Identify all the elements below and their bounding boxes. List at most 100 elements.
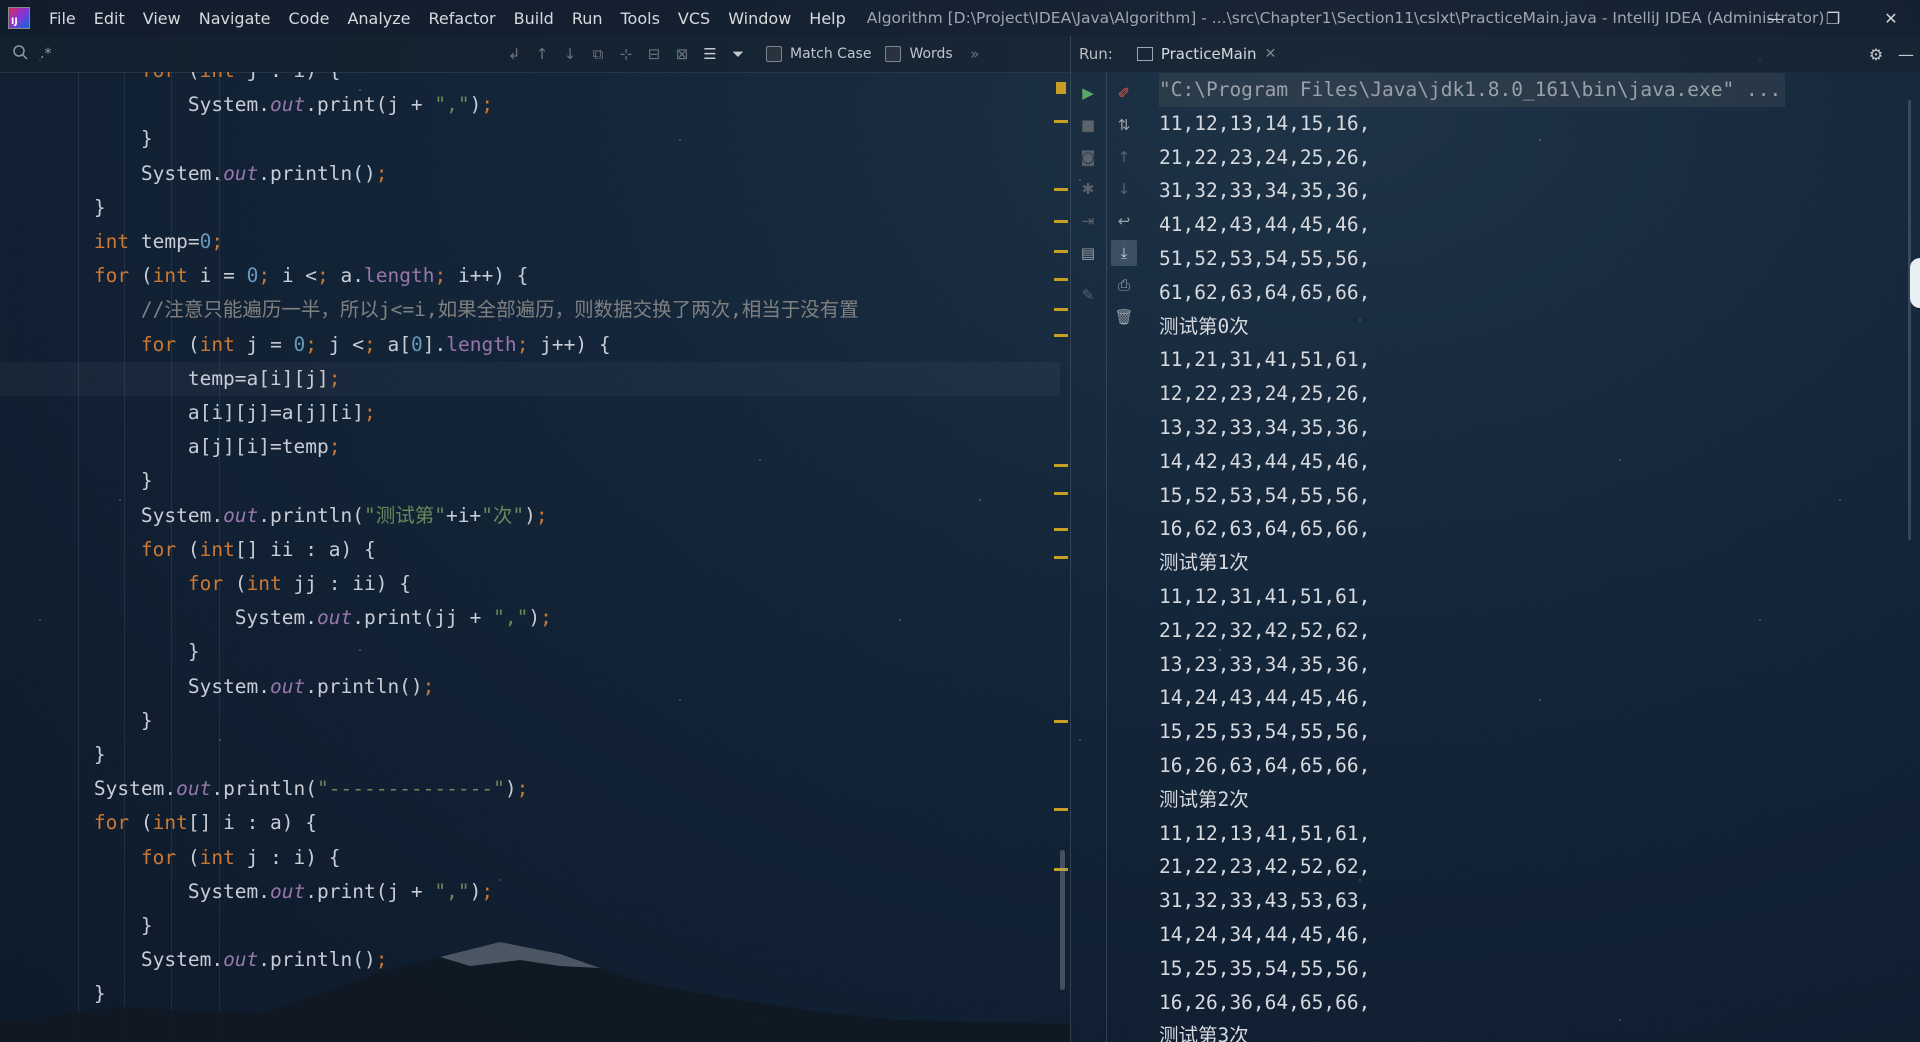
remove-selection-icon[interactable]: ⊟ (640, 40, 668, 68)
code-line[interactable]: System.out.print(j + ","); (0, 88, 1060, 122)
code-line[interactable]: } (0, 909, 1060, 943)
code-line[interactable]: for (int[] ii : a) { (0, 533, 1060, 567)
more-options-icon[interactable]: » (961, 40, 989, 68)
previous-occurrence-icon[interactable]: ↑ (528, 40, 556, 68)
menu-navigate[interactable]: Navigate (190, 9, 280, 28)
code-editor[interactable]: for (int j : i) { System.out.print(j + "… (0, 72, 1070, 1042)
close-tab-icon[interactable]: ✕ (1265, 46, 1277, 62)
filter-icon[interactable]: ⏷ (724, 40, 752, 68)
code-line[interactable]: for (int jj : ii) { (0, 567, 1060, 601)
find-all-icon[interactable]: ⧉ (584, 40, 612, 68)
code-line[interactable]: for (int j : i) { (0, 72, 1060, 88)
warning-marker[interactable] (1054, 528, 1068, 531)
warning-marker[interactable] (1054, 464, 1068, 467)
code-line[interactable]: for (int[] i : a) { (0, 806, 1060, 840)
warning-marker[interactable] (1056, 82, 1066, 94)
stop-icon[interactable]: ■ (1075, 112, 1101, 138)
scroll-to-end-icon[interactable]: ⤓ (1111, 240, 1137, 266)
warning-marker[interactable] (1054, 492, 1068, 495)
match-case-box[interactable] (766, 46, 782, 62)
menu-window[interactable]: Window (719, 9, 800, 28)
match-case-checkbox[interactable]: Match Case (766, 46, 871, 62)
code-line[interactable]: System.out.println(); (0, 670, 1060, 704)
run-label: Run: (1079, 45, 1113, 63)
code-line[interactable]: System.out.print(j + ","); (0, 875, 1060, 909)
warning-marker[interactable] (1054, 308, 1068, 311)
rerun-icon[interactable]: ▶ (1075, 80, 1101, 106)
debug-bug-icon[interactable]: ✱ (1075, 176, 1101, 202)
down-arrow-icon[interactable]: ↓ (1111, 176, 1137, 202)
menu-vcs[interactable]: VCS (669, 9, 719, 28)
menu-help[interactable]: Help (800, 9, 854, 28)
search-input[interactable]: .* ↲ (8, 41, 528, 67)
print-icon[interactable]: ⎙ (1111, 272, 1137, 298)
warning-marker[interactable] (1054, 220, 1068, 223)
words-box[interactable] (885, 46, 902, 62)
console-output[interactable]: "C:\Program Files\Java\jdk1.8.0_161\bin\… (1143, 72, 1913, 1042)
layout-icon[interactable]: ▤ (1075, 240, 1101, 266)
camera-snapshot-icon[interactable]: ◙ (1075, 144, 1101, 170)
code-line[interactable]: temp=a[i][j]; (0, 362, 1060, 396)
soft-wrap-icon[interactable]: ↩ (1111, 208, 1137, 234)
code-line[interactable]: a[i][j]=a[j][i]; (0, 396, 1060, 430)
next-occurrence-icon[interactable]: ↓ (556, 40, 584, 68)
intellij-logo-icon[interactable]: IJ (8, 7, 30, 29)
code-line[interactable]: System.out.println(); (0, 943, 1060, 977)
menu-tools[interactable]: Tools (612, 9, 669, 28)
menu-code[interactable]: Code (280, 9, 339, 28)
warning-marker[interactable] (1054, 278, 1068, 281)
warning-marker[interactable] (1054, 120, 1068, 123)
select-all-occurrences-icon[interactable]: ⊠ (668, 40, 696, 68)
code-line[interactable]: for (int j : i) { (0, 841, 1060, 875)
console-line: 12,22,23,24,25,26, (1159, 382, 1371, 406)
sort-icon[interactable]: ⇅ (1111, 112, 1137, 138)
code-line[interactable]: } (0, 464, 1060, 498)
menu-refactor[interactable]: Refactor (420, 9, 505, 28)
code-line[interactable]: int temp=0; (0, 225, 1060, 259)
editor-scrollbar[interactable] (1060, 850, 1065, 990)
console-command-line: "C:\Program Files\Java\jdk1.8.0_161\bin\… (1159, 73, 1786, 107)
warning-marker[interactable] (1054, 808, 1068, 811)
code-line[interactable]: //注意只能遍历一半，所以j<=i,如果全部遍历，则数据交换了两次,相当于没有置 (0, 293, 1060, 327)
menu-analyze[interactable]: Analyze (338, 9, 419, 28)
close-window-button[interactable]: ✕ (1862, 0, 1920, 36)
console-scrollbar-thumb[interactable] (1910, 258, 1920, 308)
warning-marker[interactable] (1054, 250, 1068, 253)
restore-button[interactable]: ❐ (1804, 0, 1862, 36)
menu-view[interactable]: View (134, 9, 190, 28)
warning-marker[interactable] (1054, 188, 1068, 191)
code-line[interactable]: System.out.print(jj + ","); (0, 601, 1060, 635)
warning-marker[interactable] (1054, 334, 1068, 337)
add-selection-icon[interactable]: ⊹ (612, 40, 640, 68)
code-line[interactable]: System.out.println(); (0, 157, 1060, 191)
code-line[interactable]: } (0, 635, 1060, 669)
warning-marker[interactable] (1054, 556, 1068, 559)
hide-panel-icon[interactable]: — (1891, 45, 1920, 64)
code-line[interactable]: } (0, 738, 1060, 772)
exit-icon[interactable]: ⇥ (1075, 208, 1101, 234)
code-line[interactable]: } (0, 977, 1060, 1011)
menu-build[interactable]: Build (505, 9, 563, 28)
pin-icon[interactable]: ✎ (1075, 282, 1101, 308)
clear-eraser-icon[interactable]: ✐ (1111, 80, 1137, 106)
new-line-icon[interactable]: ↲ (500, 40, 528, 68)
warning-marker[interactable] (1054, 720, 1068, 723)
code-line[interactable]: } (0, 704, 1060, 738)
menu-edit[interactable]: Edit (85, 9, 134, 28)
settings-gear-icon[interactable]: ⚙ (1861, 45, 1891, 64)
code-line[interactable]: System.out.println("--------------"); (0, 772, 1060, 806)
up-arrow-icon[interactable]: ↑ (1111, 144, 1137, 170)
code-line[interactable]: } (0, 191, 1060, 225)
code-line[interactable]: for (int j = 0; j <; a[0].length; j++) { (0, 328, 1060, 362)
filter-search-results-icon[interactable]: ☰ (696, 40, 724, 68)
menu-run[interactable]: Run (563, 9, 612, 28)
minimize-button[interactable]: — (1746, 0, 1804, 36)
code-line[interactable]: System.out.println("测试第"+i+"次"); (0, 499, 1060, 533)
trash-icon[interactable]: 🗑 (1111, 304, 1137, 330)
menu-file[interactable]: File (40, 9, 85, 28)
words-checkbox[interactable]: Words (885, 46, 953, 62)
code-line[interactable]: a[j][i]=temp; (0, 430, 1060, 464)
code-line[interactable]: for (int i = 0; i <; a.length; i++) { (0, 259, 1060, 293)
tab-practice-main[interactable]: PracticeMain ✕ (1136, 45, 1277, 63)
code-line[interactable]: } (0, 122, 1060, 156)
